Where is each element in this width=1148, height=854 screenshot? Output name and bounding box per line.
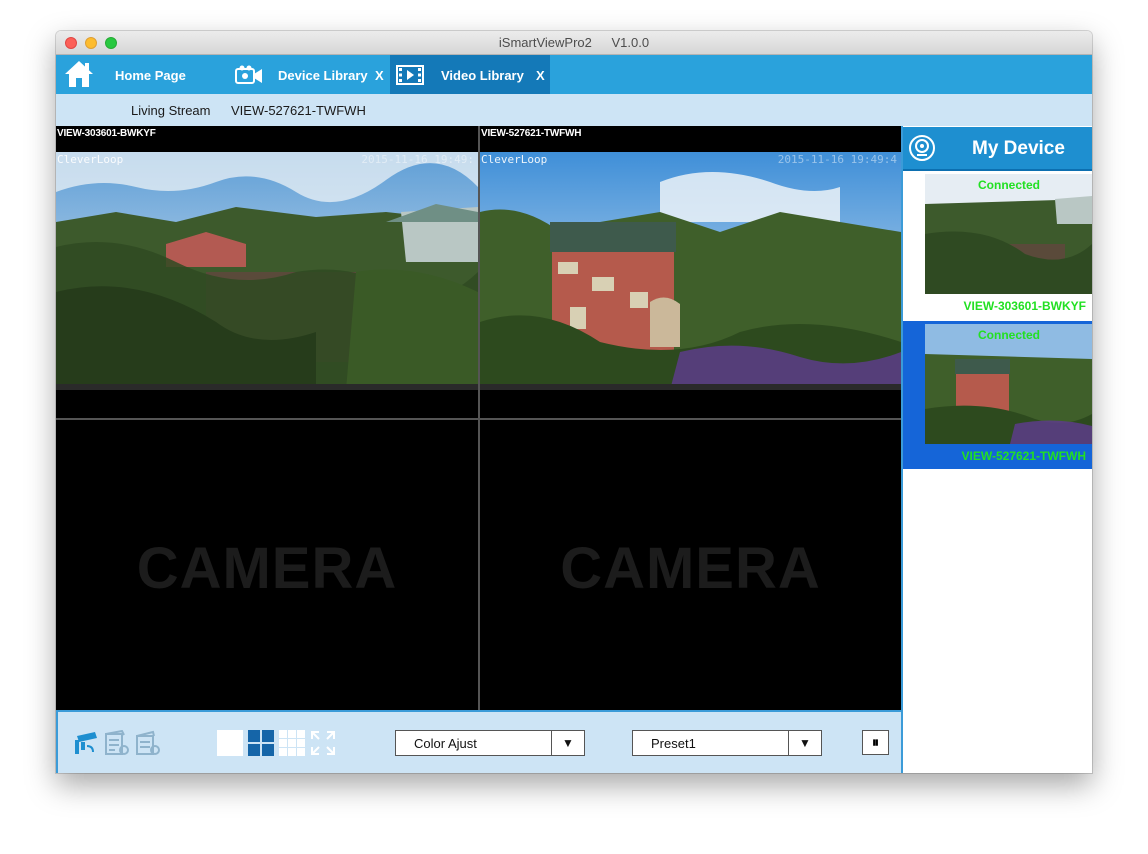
preset-value: Preset1 [651,736,696,751]
stream-info-bar: Living Stream VIEW-527621-TWFWH [56,94,1092,127]
camera-cell-name: VIEW-303601-BWKYF [57,128,156,139]
camera-cell-1[interactable]: VIEW-303601-BWKYF CleverLoop 2015-11-16 … [56,126,478,418]
camera-placeholder-text: CAMERA [136,536,398,601]
app-name: iSmartViewPro2 [498,35,592,50]
playback-list-icon[interactable] [135,730,161,756]
pause-button[interactable]: ⏸ [862,730,889,755]
device-card-2[interactable]: Connected VIEW-527621-TWFWH [903,321,1092,469]
film-icon [396,65,424,85]
device-status: Connected [978,178,1041,192]
layout-nine-icon[interactable] [279,730,305,756]
device-name: VIEW-303601-BWKYF [963,299,1086,313]
stream-device-name: VIEW-527621-TWFWH [231,103,366,118]
camera-watermark: CleverLoop [481,153,548,166]
camera-video-feed: CleverLoop 2015-11-16 19:49: [56,152,478,390]
device-name: VIEW-527621-TWFWH [961,449,1086,463]
camera-timestamp: 2015-11-16 19:49:4 [777,153,897,166]
camera-cell-name: VIEW-527621-TWFWH [481,128,582,139]
color-adjust-value: Color Ajust [414,736,477,751]
window-title: iSmartViewPro2 V1.0.0 [56,35,1092,50]
tab-bar: Home Page Device Library X Video Library… [56,55,1092,94]
layout-quad-icon[interactable] [248,730,274,756]
camera-cell-3[interactable]: CAMERA [56,420,478,710]
title-bar: iSmartViewPro2 V1.0.0 [56,31,1092,55]
device-thumbnail: Connected [925,324,1092,444]
tab-video-library-close-button[interactable]: X [536,68,545,83]
tab-device-library-label: Device Library [278,68,368,83]
tab-device-library[interactable]: Device Library X [232,55,390,94]
my-device-title: My Device [972,138,1065,159]
camera-cell-4[interactable]: CAMERA [480,420,901,710]
tab-video-library[interactable]: Video Library X [390,55,550,94]
camera-watermark: CleverLoop [57,153,124,166]
tab-video-library-label: Video Library [441,68,524,83]
chevron-down-icon: ▼ [551,731,584,755]
camera-cell-2[interactable]: VIEW-527621-TWFWH CleverLoop 2015-11-16 … [480,126,901,418]
camera-placeholder-text: CAMERA [560,536,821,601]
app-window: iSmartViewPro2 V1.0.0 Home Page Device L… [56,31,1092,773]
app-version: V1.0.0 [611,35,650,50]
camera-timestamp: 2015-11-16 19:49: [361,153,474,166]
grid-divider-horizontal [56,418,901,420]
tab-device-library-close-button[interactable]: X [375,68,384,83]
color-adjust-select[interactable]: Color Ajust ▼ [395,730,585,756]
tab-home-page[interactable]: Home Page [56,55,232,94]
record-list-icon[interactable] [104,730,130,756]
stream-label: Living Stream [131,103,211,118]
control-toolbar: Color Ajust ▼ Preset1 ▼ ⏸ [56,710,901,773]
camera-grid: VIEW-303601-BWKYF CleverLoop 2015-11-16 … [56,126,901,710]
device-sidepanel: My Device Connected VIEW-303601-BWKYF Co… [901,126,1092,773]
pause-icon: ⏸ [872,734,879,750]
layout-single-icon[interactable] [217,730,243,756]
video-camera-icon [235,65,262,84]
device-status: Connected [978,328,1041,342]
camera-video-feed: CleverLoop 2015-11-16 19:49:4 [480,152,901,390]
tab-home-page-label: Home Page [115,68,186,83]
chevron-down-icon: ▼ [788,731,821,755]
home-icon [65,61,93,87]
fullscreen-icon[interactable] [310,730,336,756]
webcam-icon [909,135,935,161]
ptz-camera-icon[interactable] [73,730,99,756]
device-card-1[interactable]: Connected VIEW-303601-BWKYF [903,171,1092,319]
my-device-header: My Device [903,127,1092,171]
preset-select[interactable]: Preset1 ▼ [632,730,822,756]
device-thumbnail: Connected [925,174,1092,294]
